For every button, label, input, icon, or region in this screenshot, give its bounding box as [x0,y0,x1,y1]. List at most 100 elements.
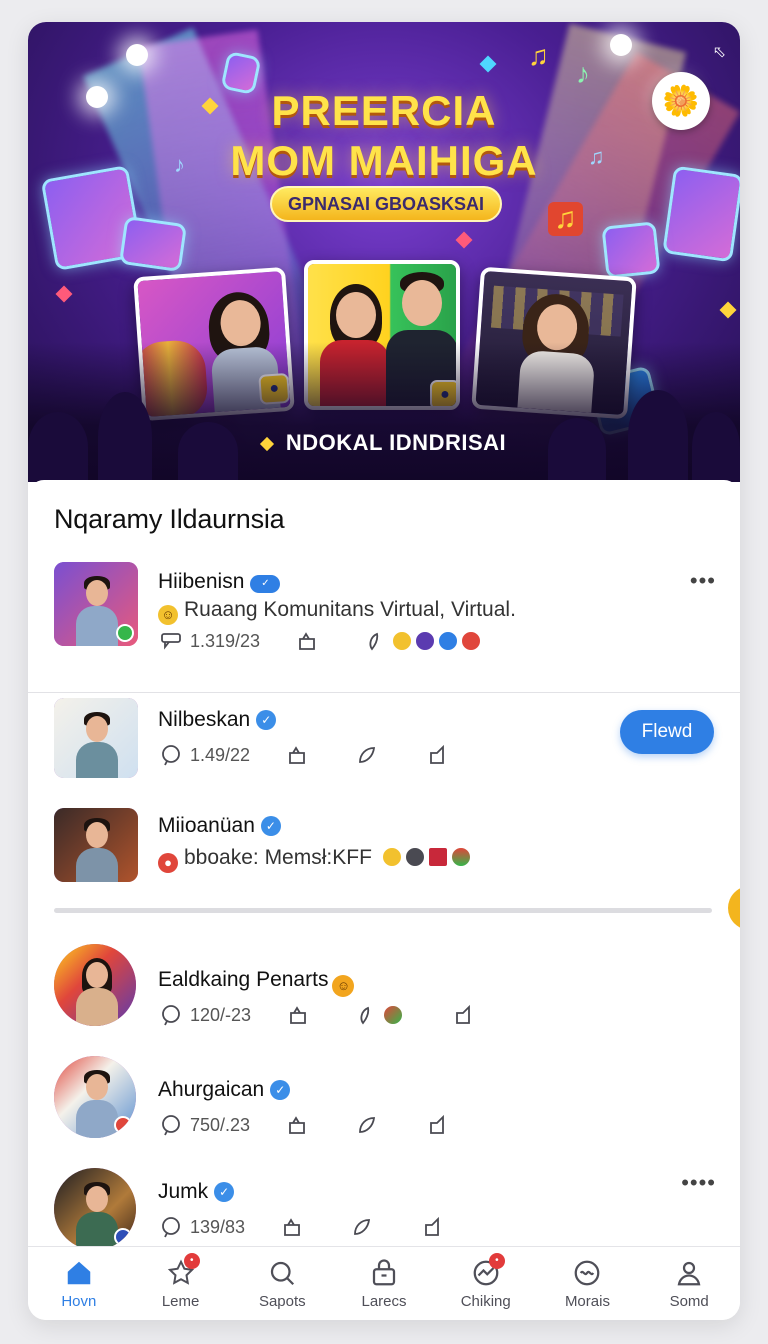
item-meta: 1.49/22 [158,740,450,770]
like-icon[interactable] [355,1002,381,1028]
row-separator [28,692,740,693]
list-item[interactable]: Hiibenisn ✓ ☺ Ruaang Komunitans Virtual, V… [28,562,740,674]
list-item[interactable]: Jumk ✓ 139/83 •••• [28,1168,740,1250]
item-name: Miioanüan ✓ [158,814,281,838]
notification-badge: • [183,1253,200,1269]
share-icon[interactable] [285,1002,311,1028]
banner-pill[interactable]: GPNASAI GBOASKSAI [270,186,502,222]
smiley-icon [571,1257,603,1289]
comment-icon[interactable] [158,1112,184,1138]
send-icon[interactable] [419,1214,445,1240]
sparkle-icon [719,301,737,319]
like-icon[interactable] [364,628,390,654]
section-divider [54,908,712,913]
panel-title: Nqaramy Ildaurnsia [54,504,285,534]
verified-icon: ✓ [270,1080,291,1100]
emoji-icon: ● [158,853,178,873]
send-icon[interactable] [424,742,450,768]
verified-icon: ✓ [260,816,281,836]
spotlight [126,44,148,66]
emoji-icon: ☺ [158,605,178,625]
list-item[interactable]: Nilbeskan ✓ 1.49/22 Flewd [28,698,740,782]
home-icon [63,1257,95,1289]
item-meta: 120/-23 [158,1000,476,1030]
follow-button-label: Flewd [641,721,693,742]
item-name: Jumk ✓ [158,1180,235,1204]
item-name-text: Jumk [158,1180,209,1203]
send-icon[interactable] [450,1002,476,1028]
item-subtitle: ☺ Ruaang Komunitans Virtual, Virtual. [158,598,516,625]
banner-pill-label: GPNASAI GBOASKSAI [287,193,485,214]
item-subtitle: ● bboake: Memsł:KFF [158,846,474,873]
comment-icon[interactable] [158,742,184,768]
nav-label: Morais [564,1293,610,1310]
profile-icon [673,1257,705,1289]
sparkle-icon [455,231,473,249]
bookmark-icon[interactable] [354,1112,380,1138]
item-name-text: Nilbeskan [158,708,251,731]
banner-footer-label: NDOKAL IDNDRISAI [285,430,507,455]
crowd-silhouette [28,342,740,482]
banner-footer: NDOKAL IDNDRISAI [28,430,740,456]
hero-banner[interactable]: ♫ ♪ ♪ ♫ ♫ ● [28,22,740,482]
share-icon[interactable] [294,628,320,654]
item-name-text: Hiibenisn [158,570,245,593]
item-subtitle-text: bboake: Memsł:KFF [184,846,372,869]
comment-icon[interactable] [158,628,184,654]
user-avatar [54,944,136,1026]
send-icon[interactable] [424,1112,450,1138]
bookmark-icon[interactable] [354,742,380,768]
item-name: Ealdkaing Penarts ☺ [158,968,355,997]
nav-item-home[interactable]: Hovn [28,1247,130,1320]
item-name-text: Miioanüan [158,814,255,837]
spotlight [610,34,632,56]
nav-item-larecs[interactable]: Larecs [333,1247,435,1320]
comment-icon[interactable] [158,1002,184,1028]
music-note-icon: ♫ [528,40,549,71]
smiley-logo-icon[interactable]: 🌼 [652,72,710,130]
nav-label: Hovn [61,1293,97,1310]
nav-item-chiking[interactable]: • Chiking [435,1247,537,1320]
share-icon[interactable]: ⬁ [713,42,726,62]
lock-icon [368,1257,400,1289]
share-icon[interactable] [279,1214,305,1240]
banner-title-line: PREERCIA [271,87,497,134]
reaction-chips [383,1005,406,1025]
bottom-nav: Hovn • Leme Sapots Larecs • Chiking Mora… [28,1246,740,1320]
more-icon[interactable]: •••• [681,1170,716,1196]
sparkle-icon [479,55,497,73]
banner-title-line: MOM MAIHIGA [230,137,538,184]
nav-item-profile[interactable]: Somd [638,1247,740,1320]
notification-badge: • [488,1253,505,1269]
more-icon[interactable]: ••• [690,568,716,594]
nav-item-search[interactable]: Sapots [231,1247,333,1320]
comment-icon[interactable] [158,1214,184,1240]
nav-label: Larecs [361,1293,407,1310]
user-avatar [54,1056,136,1138]
bookmark-icon[interactable] [349,1214,375,1240]
item-meta: 1.319/23 [158,626,484,656]
nav-item-leme[interactable]: • Leme [130,1247,232,1320]
floating-card [601,221,661,279]
list-item[interactable]: Ealdkaing Penarts ☺ 120/-23 [28,944,740,1034]
search-icon [266,1257,298,1289]
item-name: Ahurgaican ✓ [158,1078,291,1102]
user-avatar [54,808,138,882]
item-subtitle-text: Ruaang Komunitans Virtual, Virtual. [184,598,516,621]
share-icon[interactable] [284,742,310,768]
diamond-icon [259,437,274,452]
list-item[interactable]: Miioanüan ✓ ● bboake: Memsł:KFF [28,808,740,886]
nav-item-morais[interactable]: Morais [537,1247,639,1320]
item-meta: 750/.23 [158,1110,450,1140]
verified-icon: ✓ [250,575,281,593]
nav-label: Leme [161,1293,200,1310]
follow-button[interactable]: Flewd [620,710,714,754]
item-stat: 139/83 [190,1216,246,1237]
banner-title: PREERCIA MOM MAIHIGA [28,86,740,186]
floating-action-peek[interactable] [728,886,740,930]
nav-label: Sapots [258,1293,306,1310]
list-item[interactable]: Ahurgaican ✓ 750/.23 [28,1056,740,1146]
user-avatar [54,698,138,778]
share-icon[interactable] [284,1112,310,1138]
app-window: ♫ ♪ ♪ ♫ ♫ ● [28,22,740,1320]
